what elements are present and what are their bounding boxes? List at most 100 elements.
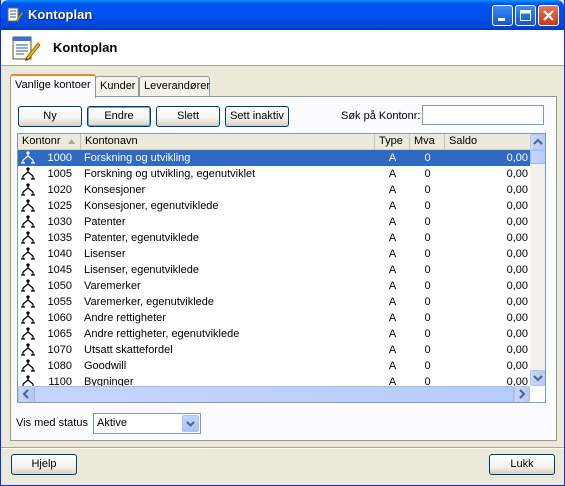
tab-kunder[interactable]: Kunder: [95, 76, 139, 97]
table-row[interactable]: 1045 Lisenser, egenutviklede A 0 0,00: [18, 262, 530, 278]
cell-type: A: [388, 344, 397, 356]
account-node-icon: [21, 327, 35, 340]
scroll-left-button[interactable]: [18, 386, 34, 402]
help-button[interactable]: Hjelp: [11, 454, 77, 475]
cell-saldo: 0,00: [506, 328, 528, 340]
account-node-icon: [21, 311, 35, 324]
cell-nr: 1055: [47, 296, 72, 308]
account-node-icon: [21, 263, 35, 276]
cell-mva: 0: [424, 296, 431, 308]
table-row[interactable]: 1025 Konsesjoner, egenutviklede A 0 0,00: [18, 198, 530, 214]
table-row[interactable]: 1035 Patenter, egenutviklede A 0 0,00: [18, 230, 530, 246]
cell-type: A: [388, 152, 397, 164]
table-row[interactable]: 1050 Varemerker A 0 0,00: [18, 278, 530, 294]
table-row[interactable]: 1020 Konsesjoner A 0 0,00: [18, 182, 530, 198]
cell-mva: 0: [424, 312, 431, 324]
tab-vanlige-kontoer[interactable]: Vanlige kontoer: [10, 74, 96, 98]
account-node-icon: [21, 231, 35, 244]
column-header-saldo[interactable]: Saldo: [445, 134, 530, 150]
window-title: Kontoplan: [28, 7, 93, 22]
chevron-right-icon: [519, 389, 526, 399]
cell-type: A: [388, 216, 397, 228]
cell-type: A: [388, 360, 397, 372]
table-row[interactable]: 1080 Goodwill A 0 0,00: [18, 358, 530, 374]
cell-saldo: 0,00: [506, 152, 528, 164]
cell-mva: 0: [424, 328, 431, 340]
cell-name: Forskning og utvikling: [84, 152, 191, 164]
cell-mva: 0: [424, 264, 431, 276]
cell-nr: 1060: [47, 312, 72, 324]
chevron-up-icon: [533, 138, 543, 145]
status-filter-label: Vis med status: [16, 417, 88, 429]
cell-type: A: [388, 264, 397, 276]
table-row[interactable]: 1000 Forskning og utvikling A 0 0,00: [18, 150, 530, 166]
footer-divider: [1, 447, 564, 449]
table-row[interactable]: 1065 Andre rettigheter, egenutviklede A 0 0,…: [18, 326, 530, 342]
cell-name: Forskning og utvikling, egenutviklet: [84, 168, 256, 180]
vertical-scroll-thumb[interactable]: [530, 150, 545, 164]
cell-type: A: [388, 168, 397, 180]
cell-saldo: 0,00: [506, 248, 528, 260]
search-label: Søk på Kontonr:: [341, 110, 421, 122]
chevron-left-icon: [22, 389, 29, 399]
table-row[interactable]: 1070 Utsatt skattefordel A 0 0,00: [18, 342, 530, 358]
cell-type: A: [388, 328, 397, 340]
vertical-scrollbar[interactable]: [530, 134, 545, 386]
account-node-icon: [21, 183, 35, 196]
scroll-up-button[interactable]: [530, 134, 545, 150]
account-node-icon: [21, 247, 35, 260]
close-button[interactable]: Lukk: [489, 454, 555, 475]
page-header: Kontoplan: [1, 30, 564, 66]
account-node-icon: [21, 199, 35, 212]
tab-leverandorer[interactable]: Leverandører: [139, 76, 210, 97]
chevron-down-icon: [186, 421, 195, 427]
edit-button[interactable]: Endre: [87, 106, 151, 127]
search-input[interactable]: [422, 105, 544, 125]
cell-name: Utsatt skattefordel: [84, 344, 173, 356]
set-inactive-button[interactable]: Sett inaktiv: [225, 106, 289, 127]
cell-saldo: 0,00: [506, 200, 528, 212]
cell-nr: 1030: [47, 216, 72, 228]
new-button[interactable]: Ny: [18, 106, 82, 127]
column-header-type[interactable]: Type: [375, 134, 410, 150]
cell-name: Andre rettigheter, egenutviklede: [84, 328, 240, 340]
cell-type: A: [388, 280, 397, 292]
maximize-button[interactable]: [515, 5, 536, 26]
table-row[interactable]: 1005 Forskning og utvikling, egenutviklet…: [18, 166, 530, 182]
close-window-button[interactable]: [538, 5, 559, 26]
cell-mva: 0: [424, 248, 431, 260]
title-bar[interactable]: Kontoplan: [1, 0, 564, 30]
minimize-button[interactable]: [492, 5, 513, 26]
cell-mva: 0: [424, 216, 431, 228]
cell-nr: 1020: [47, 184, 72, 196]
cell-nr: 1080: [47, 360, 72, 372]
scroll-right-button[interactable]: [514, 386, 530, 402]
column-header-kontonavn[interactable]: Kontonavn: [81, 134, 375, 150]
tab-label: Kunder: [100, 80, 136, 92]
dropdown-button[interactable]: [182, 415, 199, 432]
table-row[interactable]: 1040 Lisenser A 0 0,00: [18, 246, 530, 262]
cell-type: A: [388, 184, 397, 196]
account-node-icon: [21, 295, 35, 308]
cell-type: A: [388, 200, 397, 212]
table-row[interactable]: 1055 Varemerker, egenutviklede A 0 0,00: [18, 294, 530, 310]
column-label: Kontonavn: [85, 135, 138, 147]
horizontal-scroll-thumb[interactable]: [34, 386, 514, 402]
cell-name: Andre rettigheter: [84, 312, 166, 324]
table-row[interactable]: 1030 Patenter A 0 0,00: [18, 214, 530, 230]
cell-nr: 1065: [47, 328, 72, 340]
cell-name: Goodwill: [84, 360, 127, 372]
account-node-icon: [21, 343, 35, 356]
account-node-icon: [21, 279, 35, 292]
table-row[interactable]: 1060 Andre rettigheter A 0 0,00: [18, 310, 530, 326]
cell-saldo: 0,00: [506, 168, 528, 180]
horizontal-scrollbar[interactable]: [18, 386, 530, 402]
cell-name: Patenter, egenutviklede: [84, 232, 199, 244]
scroll-down-button[interactable]: [530, 370, 545, 386]
column-header-kontonr[interactable]: Kontonr: [18, 134, 81, 150]
cell-name: Konsesjoner, egenutviklede: [84, 200, 219, 212]
delete-button[interactable]: Slett: [156, 106, 220, 127]
column-header-mva[interactable]: Mva: [410, 134, 445, 150]
status-filter-select[interactable]: Aktive: [93, 413, 201, 434]
tab-label: Vanlige kontoer: [15, 79, 91, 91]
